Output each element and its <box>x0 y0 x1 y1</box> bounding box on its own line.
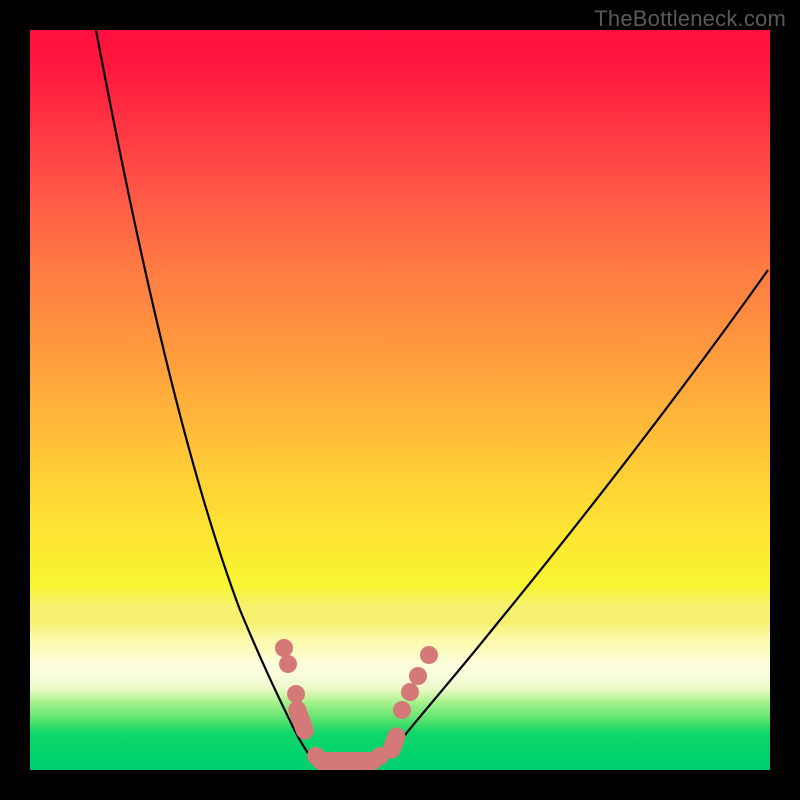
chart-svg <box>30 30 770 770</box>
chart-container: TheBottleneck.com <box>0 0 800 800</box>
plot-area <box>30 30 770 770</box>
data-markers <box>275 639 438 770</box>
right-curve <box>360 270 768 765</box>
watermark-text: TheBottleneck.com <box>594 6 786 32</box>
left-curve <box>95 25 335 765</box>
